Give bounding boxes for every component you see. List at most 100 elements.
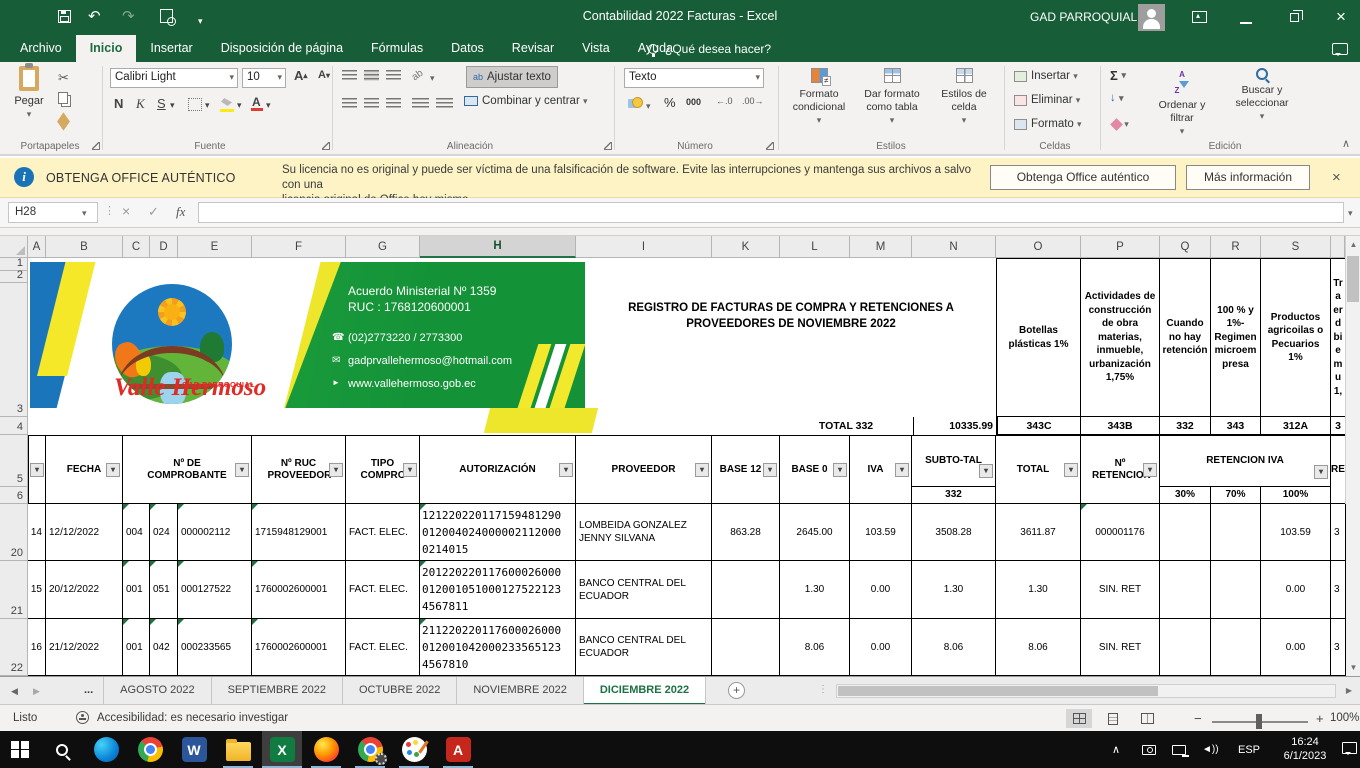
cell-A22[interactable]: 16 — [28, 619, 46, 676]
cell-K20[interactable]: 863.28 — [712, 504, 780, 561]
cancel-icon[interactable]: × — [122, 203, 130, 219]
header-total[interactable]: TOTAL▾ — [996, 436, 1081, 504]
cell-A21[interactable]: 15 — [28, 561, 46, 619]
increase-indent-icon[interactable] — [436, 98, 453, 109]
page-layout-view-button[interactable] — [1100, 709, 1126, 728]
taskbar-paint[interactable] — [394, 731, 434, 768]
tray-network-icon[interactable] — [1172, 731, 1186, 768]
decrease-decimal-icon[interactable]: .00→ — [742, 96, 764, 106]
column-header-D[interactable]: D — [150, 236, 178, 258]
column-header-A[interactable]: A — [28, 236, 46, 258]
column-header-E[interactable]: E — [178, 236, 252, 258]
ribbon-tab-revisar[interactable]: Revisar — [498, 35, 568, 62]
column-header-M[interactable]: M — [850, 236, 912, 258]
cell-C22[interactable]: 001 — [123, 619, 150, 676]
fill-button[interactable]: ↓ ▾ — [1110, 92, 1123, 104]
cell-E20[interactable]: 000002112 — [178, 504, 252, 561]
column-header-F[interactable]: F — [252, 236, 346, 258]
name-box-caret-icon[interactable]: ▾ — [82, 208, 87, 219]
cell-R22[interactable] — [1211, 619, 1261, 676]
cell-O3[interactable]: Botellas plásticas 1% — [997, 259, 1081, 417]
cell-Q3[interactable]: Cuando no hay retención — [1160, 259, 1211, 417]
comma-style-button[interactable]: 000 — [686, 97, 701, 107]
normal-view-button[interactable] — [1066, 709, 1092, 728]
cell-M21[interactable]: 0.00 — [850, 561, 912, 619]
taskbar-firefox[interactable] — [306, 731, 346, 768]
column-header-C[interactable]: C — [123, 236, 150, 258]
delete-cells-button[interactable]: Eliminar ▾ — [1014, 94, 1080, 106]
header-fecha[interactable]: FECHA▾ — [46, 436, 123, 504]
redo-icon[interactable]: ↷ — [122, 8, 135, 26]
clear-button[interactable]: ▾ — [1112, 118, 1129, 130]
underline-button[interactable]: S — [157, 96, 166, 111]
taskbar-explorer[interactable] — [218, 731, 258, 768]
cell-N21[interactable]: 1.30 — [912, 561, 996, 619]
column-header-K[interactable]: K — [712, 236, 780, 258]
borders-caret-icon[interactable]: ▾ — [205, 100, 210, 111]
header-A[interactable]: ▾ — [29, 436, 46, 504]
filter-icon[interactable]: ▾ — [763, 463, 777, 477]
cell-K22[interactable] — [712, 619, 780, 676]
format-cells-button[interactable]: Formato ▾ — [1014, 118, 1082, 130]
cell-P4[interactable]: 343B — [1081, 417, 1160, 435]
cell-O20[interactable]: 3611.87 — [996, 504, 1081, 561]
horizontal-scrollbar[interactable] — [836, 684, 1336, 698]
header-base0[interactable]: BASE 0▾ — [780, 436, 850, 504]
column-header-G[interactable]: G — [346, 236, 420, 258]
filter-icon[interactable]: ▾ — [235, 463, 249, 477]
ribbon-tab-disposici-n-de-p-gina[interactable]: Disposición de página — [207, 35, 357, 62]
header-proveedor[interactable]: PROVEEDOR▾ — [576, 436, 712, 504]
font-name-select[interactable]: Calibri Light▾ — [110, 68, 238, 88]
cell-B20[interactable]: 12/12/2022 — [46, 504, 123, 561]
filter-icon[interactable]: ▾ — [895, 463, 909, 477]
column-header-L[interactable]: L — [780, 236, 850, 258]
cell-L21[interactable]: 1.30 — [780, 561, 850, 619]
qat-customize-icon[interactable]: ▾ — [198, 12, 203, 30]
cell-I21[interactable]: BANCO CENTRAL DEL ECUADOR — [576, 561, 712, 619]
cell-R3[interactable]: 100 % y 1%- Regimen microempresa — [1211, 259, 1261, 417]
accessibility-status[interactable]: Accesibilidad: es necesario investigar — [97, 712, 288, 724]
row-header-3[interactable]: 3 — [0, 283, 28, 417]
column-header-T-clipped[interactable] — [1331, 236, 1345, 258]
filter-icon[interactable]: ▾ — [106, 463, 120, 477]
cell-L4-total-label[interactable]: TOTAL 332 — [780, 417, 912, 435]
cell-O22[interactable]: 8.06 — [996, 619, 1081, 676]
cell-D20[interactable]: 024 — [150, 504, 178, 561]
cell-T3[interactable]: Tra er d bie mu 1, — [1331, 259, 1346, 417]
row-header-20[interactable]: 20 — [0, 504, 28, 561]
sheet-tab-septiembre-2022[interactable]: SEPTIEMBRE 2022 — [212, 677, 343, 705]
bold-button[interactable]: N — [114, 96, 123, 111]
sheet-nav-right-icon[interactable]: ▶ — [28, 677, 45, 705]
cell-K21[interactable] — [712, 561, 780, 619]
restore-icon[interactable] — [1290, 13, 1299, 22]
column-header-B[interactable]: B — [46, 236, 123, 258]
cell-F21[interactable]: 1760002600001 — [252, 561, 346, 619]
header-subtotal[interactable]: SUBTO-TAL▾ — [912, 436, 996, 487]
license-close-icon[interactable]: × — [1332, 169, 1341, 186]
ribbon-tab-insertar[interactable]: Insertar — [136, 35, 206, 62]
taskbar-edge[interactable] — [86, 731, 126, 768]
cell-C20[interactable]: 004 — [123, 504, 150, 561]
cell-O21[interactable]: 1.30 — [996, 561, 1081, 619]
header-pct100[interactable]: 100% — [1261, 487, 1331, 504]
font-color-caret-icon[interactable]: ▾ — [266, 100, 271, 111]
row-header-2[interactable]: 2 — [0, 271, 28, 283]
cell-Q22[interactable] — [1160, 619, 1211, 676]
paste-button[interactable]: Pegar▾ — [8, 66, 50, 121]
sheet-tab-agosto-2022[interactable]: AGOSTO 2022 — [104, 677, 211, 705]
cell-I22[interactable]: BANCO CENTRAL DEL ECUADOR — [576, 619, 712, 676]
tray-clock[interactable]: 16:24 6/1/2023 — [1272, 735, 1338, 763]
cell-N22[interactable]: 8.06 — [912, 619, 996, 676]
taskbar-search-button[interactable] — [42, 731, 82, 768]
cell-M22[interactable]: 0.00 — [850, 619, 912, 676]
cell-P20[interactable]: 000001176 — [1081, 504, 1160, 561]
zoom-slider-handle[interactable] — [1256, 714, 1262, 729]
horizontal-scroll-thumb[interactable] — [838, 686, 1158, 696]
filter-icon[interactable]: ▾ — [559, 463, 573, 477]
find-select-button[interactable]: Buscar y seleccionar▾ — [1222, 68, 1302, 123]
formula-bar-handle[interactable]: ⋮ — [104, 204, 115, 217]
cell-P3[interactable]: Actividades de construcción de obra mate… — [1081, 259, 1160, 417]
taskbar-chrome[interactable] — [130, 731, 170, 768]
header-banner-image[interactable]: GAD PARROQUIAL Valle Hermoso Acuerdo Min… — [30, 262, 585, 408]
cell-S4[interactable]: 312A — [1261, 417, 1331, 435]
